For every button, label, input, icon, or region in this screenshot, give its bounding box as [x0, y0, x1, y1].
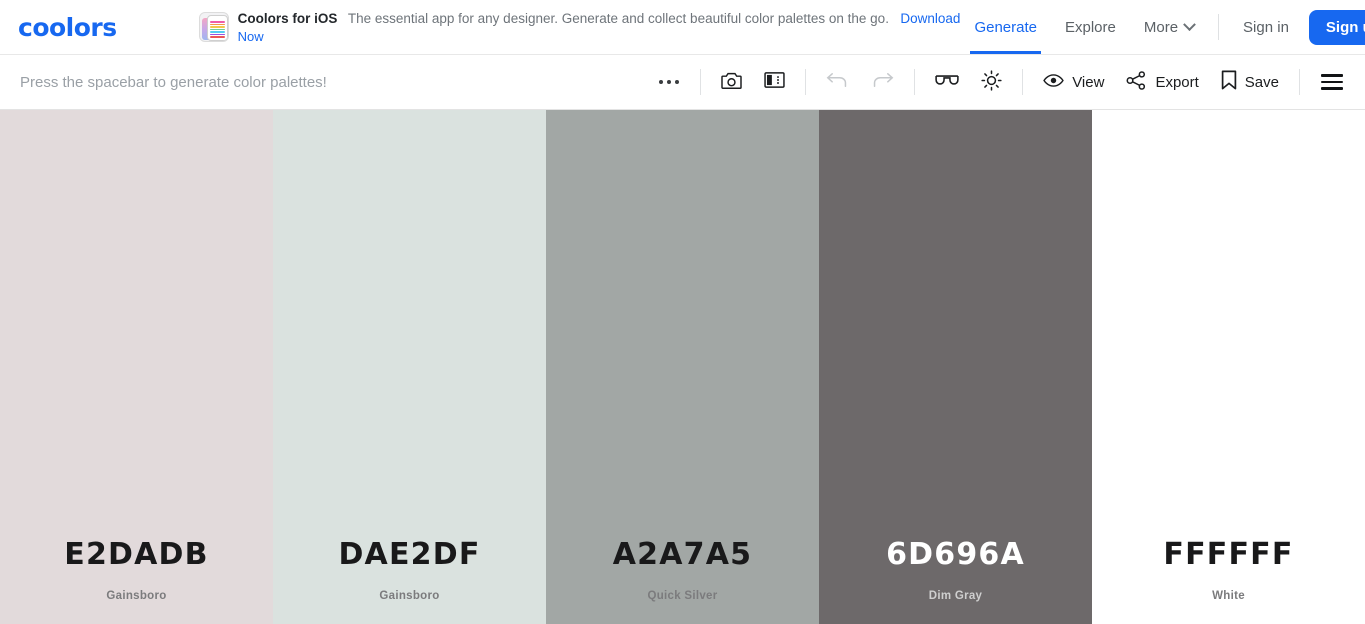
- sign-in-link[interactable]: Sign in: [1229, 19, 1303, 36]
- sign-up-button[interactable]: Sign up: [1308, 9, 1365, 45]
- ios-app-icon: [198, 12, 229, 42]
- promo-line-primary: Coolors for iOS The essential app for an…: [238, 9, 961, 29]
- promo-download-link[interactable]: Download: [900, 11, 960, 26]
- export-button-label: Export: [1155, 73, 1199, 91]
- chevron-down-icon: [1183, 17, 1196, 31]
- color-palette: E2DADB Gainsboro DAE2DF Gainsboro A2A7A5…: [0, 110, 1365, 624]
- camera-button[interactable]: [710, 65, 753, 99]
- swatch-hex-code[interactable]: E2DADB: [64, 540, 208, 570]
- swatch-hex-code[interactable]: DAE2DF: [338, 540, 480, 570]
- app-header: coolors Coolors for iOS The essential ap…: [0, 0, 1365, 55]
- swatch-hex-code[interactable]: 6D696A: [886, 540, 1025, 570]
- camera-icon: [721, 71, 742, 94]
- nav-item-generate-label: Generate: [974, 18, 1037, 36]
- save-button-label: Save: [1244, 73, 1279, 91]
- eye-icon: [1043, 73, 1064, 92]
- phone-front-shape: [206, 15, 228, 41]
- toolbar-divider: [1022, 69, 1024, 95]
- swatch-color-name: Quick Silver: [647, 590, 718, 602]
- color-swatch[interactable]: FFFFFF White: [1092, 110, 1365, 624]
- color-swatch[interactable]: E2DADB Gainsboro: [0, 110, 273, 624]
- nav-item-explore-label: Explore: [1065, 18, 1116, 36]
- ellipsis-icon[interactable]: [647, 80, 691, 84]
- layout-panel-icon: [764, 71, 785, 93]
- redo-arrow-icon: [871, 72, 894, 92]
- nav-item-generate[interactable]: Generate: [960, 0, 1051, 54]
- toolbar-divider: [700, 69, 702, 95]
- export-button[interactable]: Export: [1115, 65, 1209, 99]
- color-swatch[interactable]: DAE2DF Gainsboro: [273, 110, 546, 624]
- nav-divider: [1218, 14, 1220, 40]
- header-nav: Generate Explore More Sign in Sign up: [960, 0, 1365, 54]
- coolors-logo[interactable]: coolors: [18, 15, 117, 40]
- brightness-sun-icon: [981, 69, 1002, 95]
- undo-button[interactable]: [815, 65, 860, 99]
- swatch-color-name: Dim Gray: [928, 590, 983, 602]
- color-swatch[interactable]: 6D696A Dim Gray: [819, 110, 1092, 624]
- ios-app-promo-banner: Coolors for iOS The essential app for an…: [198, 9, 961, 45]
- swatch-color-name: White: [1212, 590, 1245, 602]
- nav-item-explore[interactable]: Explore: [1051, 0, 1130, 54]
- promo-title: Coolors for iOS: [237, 10, 338, 26]
- share-icon: [1126, 70, 1147, 94]
- layout-panel-button[interactable]: [753, 65, 796, 99]
- generator-toolbar: Press the spacebar to generate color pal…: [0, 55, 1365, 110]
- swatch-hex-code[interactable]: FFFFFF: [1163, 540, 1293, 570]
- nav-item-more[interactable]: More: [1130, 0, 1208, 54]
- swatch-color-name: Gainsboro: [379, 590, 440, 602]
- swatch-hex-code[interactable]: A2A7A5: [613, 540, 752, 570]
- nav-item-more-label: More: [1143, 18, 1179, 36]
- toolbar-divider: [1299, 69, 1300, 95]
- view-button-label: View: [1072, 73, 1105, 91]
- promo-now-link[interactable]: Now: [238, 29, 961, 45]
- redo-button[interactable]: [860, 65, 905, 99]
- swatch-color-name: Gainsboro: [106, 590, 167, 602]
- color-swatch[interactable]: A2A7A5 Quick Silver: [546, 110, 819, 624]
- toolbar-divider: [805, 69, 807, 95]
- brightness-button[interactable]: [970, 65, 1013, 99]
- promo-description: The essential app for any designer. Gene…: [347, 10, 889, 26]
- bookmark-icon: [1221, 70, 1237, 94]
- toolbar-divider: [914, 69, 916, 95]
- toolbar-actions: View Export Save: [647, 65, 1351, 99]
- spacebar-hint: Press the spacebar to generate color pal…: [20, 73, 327, 91]
- save-button[interactable]: Save: [1210, 65, 1290, 99]
- view-button[interactable]: View: [1032, 65, 1115, 99]
- promo-text-block: Coolors for iOS The essential app for an…: [238, 9, 961, 45]
- glasses-button[interactable]: [924, 65, 970, 99]
- hamburger-menu-icon[interactable]: [1309, 74, 1351, 90]
- glasses-icon: [935, 73, 959, 91]
- undo-arrow-icon: [826, 72, 849, 92]
